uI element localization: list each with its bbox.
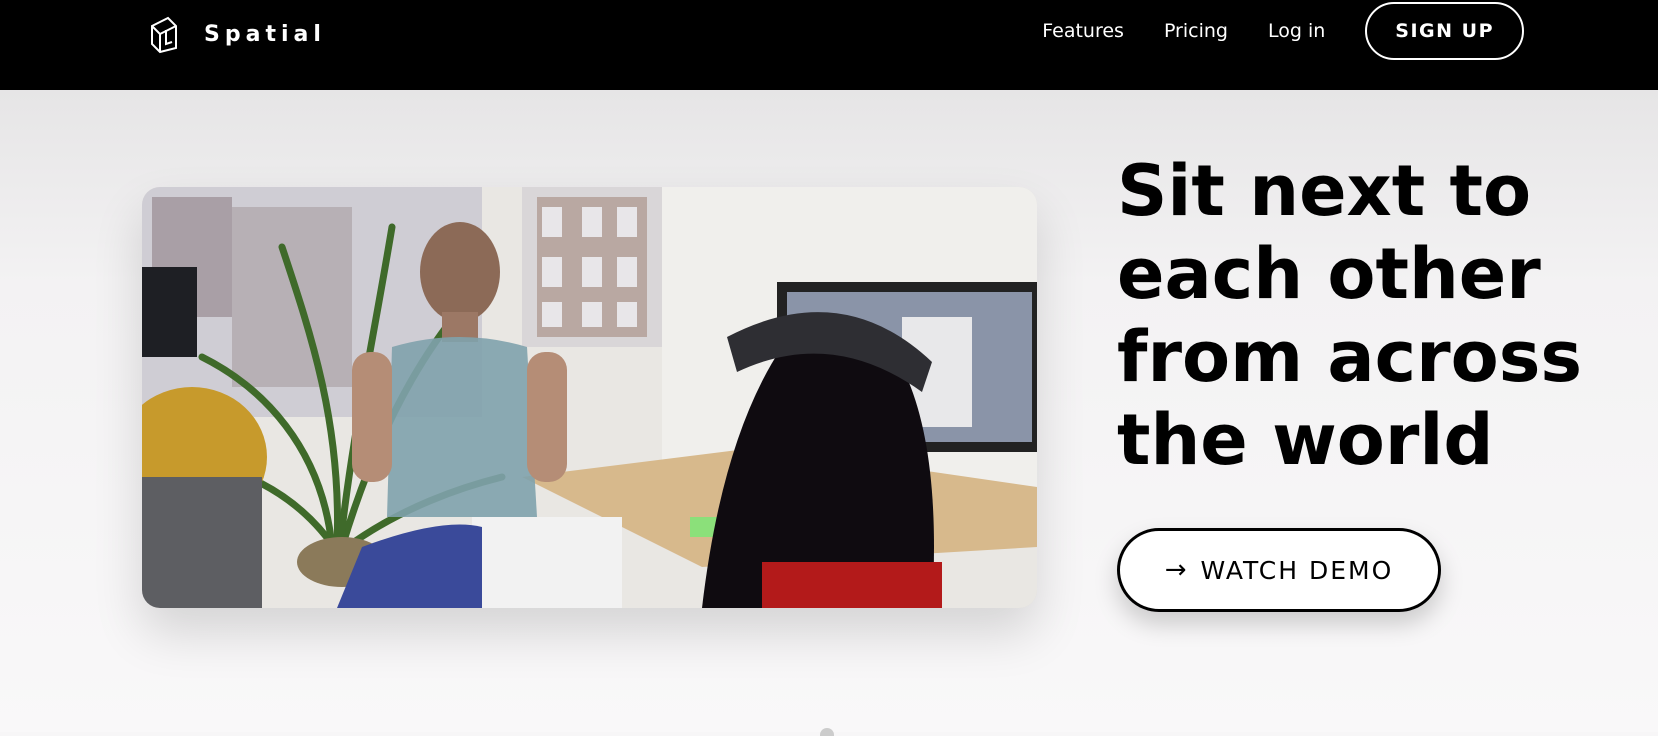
signup-button[interactable]: SIGN UP [1365, 2, 1524, 60]
brand-name: Spatial [204, 21, 326, 47]
top-navigation-bar: Spatial Features Pricing Log in SIGN UP [0, 0, 1658, 90]
nav-features[interactable]: Features [1042, 20, 1124, 42]
spatial-logo-icon [151, 16, 177, 54]
arrow-right-icon: → [1164, 555, 1189, 585]
logo[interactable]: Spatial [146, 14, 326, 54]
hero-headline: Sit next to each other from across the w… [1117, 150, 1583, 481]
scroll-indicator [820, 728, 834, 736]
watch-demo-label: WATCH DEMO [1200, 555, 1394, 585]
hero-video-scene [142, 187, 1037, 608]
watch-demo-button[interactable]: → WATCH DEMO [1117, 528, 1441, 612]
hero-video[interactable] [142, 187, 1037, 608]
nav-login[interactable]: Log in [1268, 20, 1325, 42]
main-nav: Features Pricing Log in SIGN UP [1002, 0, 1524, 62]
nav-pricing[interactable]: Pricing [1164, 20, 1228, 42]
